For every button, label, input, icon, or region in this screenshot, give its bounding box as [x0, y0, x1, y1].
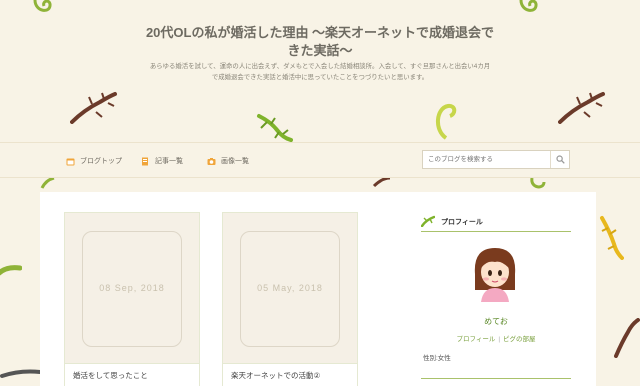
camera-icon	[207, 157, 216, 166]
profile-link[interactable]: プロフィール	[456, 336, 495, 343]
divider	[421, 378, 571, 379]
lizard-decoration	[0, 366, 42, 380]
avatar[interactable]	[469, 244, 521, 302]
site-description: あらゆる婚活を試して、運命の人に出会えず、ダメもとで入会した結婚相談所。入会して…	[149, 63, 491, 81]
lizard-decoration	[612, 318, 640, 358]
swirl-decoration	[528, 176, 548, 192]
article-card[interactable]: 05 May, 2018 楽天オーネットでの活動②	[222, 212, 358, 386]
article-thumbnail: 08 Sep, 2018	[65, 213, 199, 363]
nav-label: 画像一覧	[221, 158, 249, 165]
lizard-decoration	[598, 214, 624, 260]
main-content: 08 Sep, 2018 婚活をして思ったこと 05 May, 2018 楽天オ…	[40, 192, 596, 386]
profile-gender: 性別:女性	[423, 355, 451, 362]
nav-label: 記事一覧	[155, 158, 183, 165]
profile-name[interactable]: めてお	[421, 316, 571, 327]
article-thumbnail: 05 May, 2018	[223, 213, 357, 363]
profile-heading: プロフィール	[420, 212, 571, 232]
lizard-decoration	[40, 176, 56, 190]
site-title[interactable]: 20代OLの私が婚活した理由 ～楽天オーネットで成婚退会できた実話～	[140, 24, 500, 60]
lizard-decoration	[0, 260, 22, 282]
nav-image-list[interactable]: 画像一覧	[207, 154, 249, 168]
article-title[interactable]: 婚活をして思ったこと	[65, 363, 199, 386]
article-date: 05 May, 2018	[257, 283, 323, 293]
gecko-icon	[420, 215, 436, 229]
nav-label: ブログトップ	[80, 158, 122, 165]
pigg-room-link[interactable]: ピグの部屋	[503, 336, 536, 343]
search-icon	[555, 151, 565, 169]
article-card[interactable]: 08 Sep, 2018 婚活をして思ったこと	[64, 212, 200, 386]
blog-search	[422, 150, 570, 169]
profile-links: プロフィール | ピグの部屋	[421, 333, 571, 343]
nav-article-list[interactable]: 記事一覧	[141, 154, 183, 168]
profile-heading-label: プロフィール	[441, 218, 483, 226]
global-nav: ブログトップ 記事一覧 画像一覧	[0, 142, 640, 178]
calendar-icon	[66, 157, 75, 166]
search-input[interactable]	[423, 151, 551, 168]
sidebar-profile: プロフィール めてお プロフィール | ピグの部屋 性別:女性	[420, 212, 571, 386]
document-icon	[141, 157, 150, 166]
article-title[interactable]: 楽天オーネットでの活動②	[223, 363, 357, 386]
link-separator: |	[498, 336, 501, 343]
article-date: 08 Sep, 2018	[99, 283, 165, 293]
search-button[interactable]	[550, 151, 569, 168]
site-header: 20代OLの私が婚活した理由 ～楽天オーネットで成婚退会できた実話～ あらゆる婚…	[0, 0, 640, 142]
nav-blog-top[interactable]: ブログトップ	[66, 154, 122, 168]
